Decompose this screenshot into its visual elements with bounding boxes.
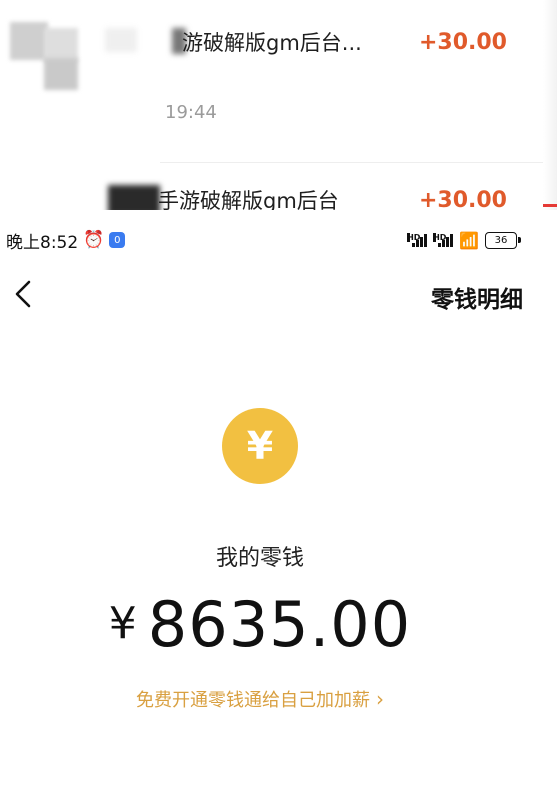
wallet-label: 我的零钱 <box>215 546 304 571</box>
status-bar: 晚上8:52 ⏰ 0 HD HD 📶 36 <box>0 222 557 258</box>
transaction-amount: +30.00 <box>418 187 507 211</box>
promo-link[interactable]: 免费开通零钱通给自己加加薪 › <box>0 686 520 712</box>
chevron-left-icon <box>15 280 31 308</box>
currency-symbol: ¥ <box>108 598 138 649</box>
transaction-amount: +30.00 <box>418 29 507 55</box>
transaction-row[interactable]: 游破解版gm后台... +30.00 <box>182 22 507 62</box>
alarm-clock-icon: ⏰ <box>83 230 105 250</box>
back-button[interactable] <box>8 276 38 312</box>
chevron-right-icon: › <box>376 687 384 711</box>
transaction-list-crop: 游破解版gm后台... +30.00 19:44 手游破解版gm后台 +30.0… <box>0 0 557 210</box>
nav-bar: 零钱明细 <box>0 270 557 320</box>
battery-icon: 36 <box>485 231 521 249</box>
blurred-avatar <box>44 58 78 90</box>
wifi-icon: 📶 <box>459 230 479 250</box>
blurred-avatar <box>44 28 78 62</box>
blurred-avatar <box>108 185 160 210</box>
promo-text: 免费开通零钱通给自己加加薪 <box>136 690 370 711</box>
transaction-title: 游破解版gm后台... <box>182 31 362 55</box>
divider <box>160 162 557 163</box>
balance-value: 8635.00 <box>147 588 412 661</box>
edge-accent <box>543 204 557 207</box>
app-notification-icon: 0 <box>109 232 126 248</box>
edge-shade <box>543 0 557 210</box>
transaction-time: 19:44 <box>165 102 217 123</box>
signal-strength-icon: HD <box>433 233 454 247</box>
status-time: 晚上8:52 <box>6 232 79 253</box>
transaction-title: 手游破解版gm后台 <box>158 189 339 210</box>
coin-icon: ¥ <box>222 408 298 484</box>
signal-strength-icon: HD <box>407 233 428 247</box>
blurred-area <box>105 28 137 52</box>
blurred-avatar <box>10 22 48 60</box>
page-title: 零钱明细 <box>431 287 523 313</box>
transaction-row[interactable]: 手游破解版gm后台 +30.00 <box>158 180 507 211</box>
balance-amount: ¥8635.00 <box>0 588 520 661</box>
